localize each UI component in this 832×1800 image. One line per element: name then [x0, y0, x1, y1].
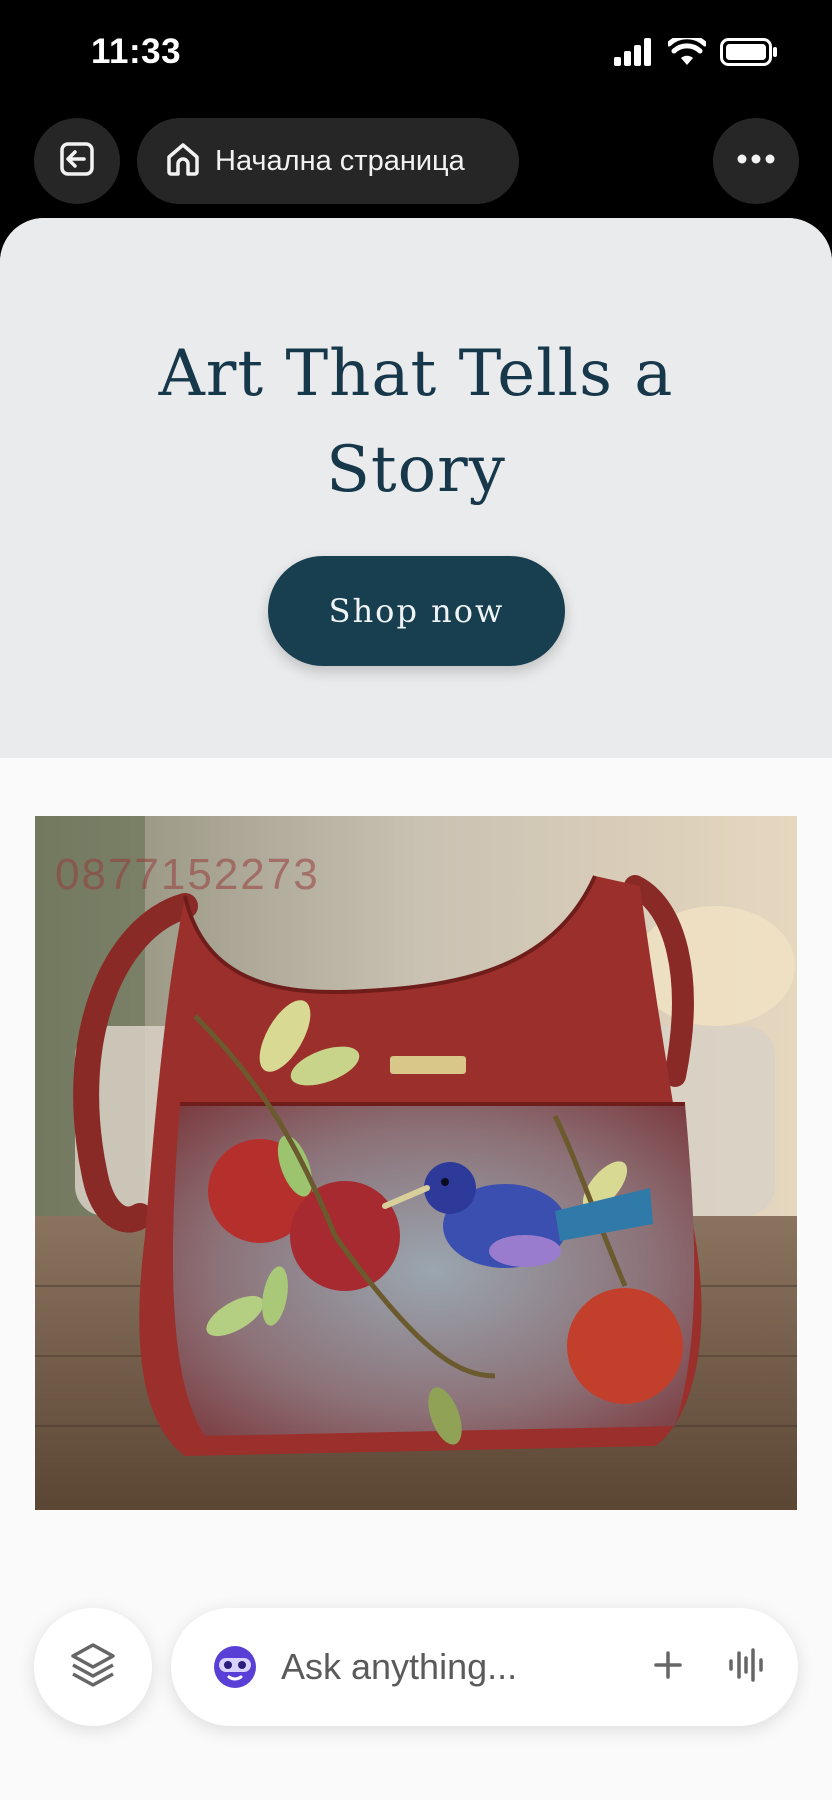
ask-input[interactable] [281, 1638, 581, 1696]
home-icon [163, 139, 203, 184]
hero-banner: Art That Tells a Story Shop now [0, 218, 832, 758]
exit-tab-icon [57, 139, 97, 184]
hero-title: Art That Tells a Story [158, 337, 674, 507]
add-button[interactable] [646, 1645, 690, 1689]
voice-wave-icon [728, 1647, 764, 1687]
battery-icon [720, 38, 778, 66]
exit-tab-button[interactable] [34, 118, 120, 204]
status-bar: 11:33 [0, 0, 832, 110]
browser-toolbar: Начална страница [0, 110, 832, 220]
web-page: Art That Tells a Story Shop now 08771522… [0, 218, 832, 1800]
phone-watermark: 0877152273 [55, 850, 320, 899]
more-dots-icon [736, 152, 776, 170]
more-options-button[interactable] [713, 118, 799, 204]
handbag-illustration [35, 816, 797, 1510]
wifi-icon [668, 38, 706, 66]
shop-now-button[interactable]: Shop now [268, 556, 565, 666]
layers-icon [69, 1642, 117, 1693]
assistant-avatar-icon[interactable] [211, 1644, 259, 1695]
plus-icon [653, 1650, 683, 1685]
home-page-label: Начална страница [215, 144, 465, 177]
ask-bar [171, 1608, 798, 1726]
status-time: 11:33 [91, 32, 182, 71]
cellular-signal-icon [614, 38, 654, 66]
home-page-button[interactable]: Начална страница [137, 118, 519, 204]
layers-button[interactable] [34, 1608, 152, 1726]
product-image[interactable]: 0877152273 [35, 816, 797, 1510]
status-icons [614, 38, 778, 66]
voice-button[interactable] [724, 1645, 768, 1689]
